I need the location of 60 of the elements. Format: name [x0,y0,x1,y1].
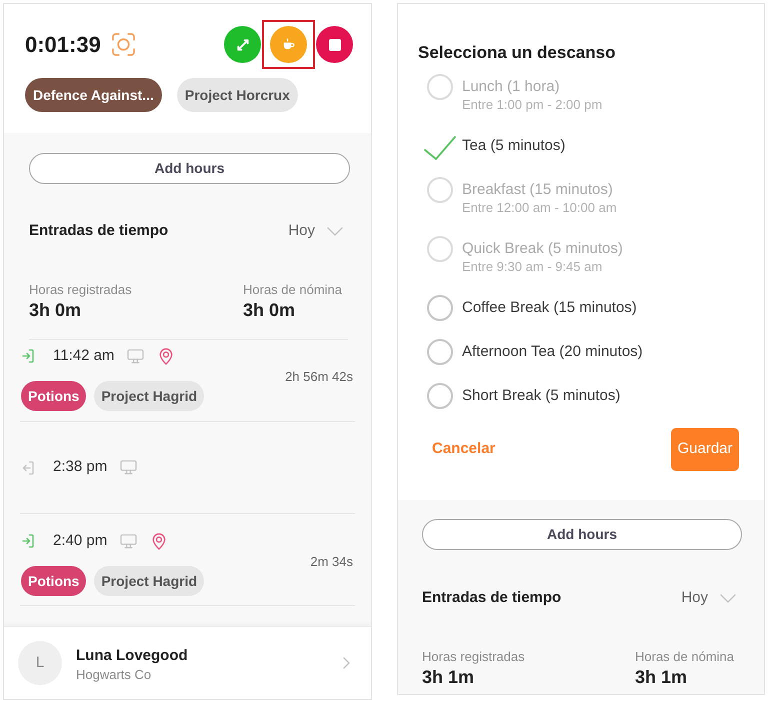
company-name: Hogwarts Co [76,666,152,684]
avatar: L [18,641,62,685]
option-label[interactable]: Tea (5 minutos) [462,136,566,156]
chevron-down-icon [327,226,343,236]
location-pin-icon[interactable] [152,532,166,550]
monitor-icon [120,460,138,475]
add-hours-button[interactable]: Add hours [422,519,742,550]
monitor-icon [127,348,144,364]
stat-value: 3h 1m [635,666,688,689]
entry-time: 2:38 pm [53,457,108,478]
cup-icon [282,38,295,51]
option-time-window: Entre 1:00 pm - 2:00 pm [462,97,602,112]
stat-value: 3h 0m [243,299,296,322]
checkmark-icon[interactable] [424,136,456,160]
stat-label: Horas de nómina [243,282,342,298]
add-hours-button[interactable]: Add hours [29,153,350,184]
option-label[interactable]: Short Break (5 minutos) [462,386,620,406]
chevron-right-icon [343,657,350,669]
stat-label: Horas de nómina [635,649,734,665]
tag[interactable]: Project Horcrux [176,78,298,112]
entry-duration: 2m 34s [310,553,353,572]
entry-time: 2:40 pm [53,530,108,551]
radio-button[interactable] [427,339,453,365]
sign-out-icon [22,460,34,474]
stat-label: Horas registradas [29,282,132,298]
option-time-window: Entre 9:30 am - 9:45 am [462,259,623,274]
chevron-down-icon [720,594,736,602]
tag[interactable]: Project Hagrid [94,566,204,596]
stop-button[interactable] [316,26,353,63]
sign-in-icon [22,349,34,363]
stop-icon [328,38,340,50]
period-dropdown[interactable]: Hoy [288,220,343,242]
radio-button[interactable] [427,383,453,409]
sign-in-icon [22,534,34,548]
entry-duration: 2h 56m 42s [285,368,353,386]
section-title: Entradas de tiempo [422,588,562,608]
tag[interactable]: Defence Against... [25,78,162,112]
user-footer[interactable]: L Luna Lovegood Hogwarts Co [4,626,371,699]
tag[interactable]: Potions [21,381,86,411]
radio-button[interactable] [427,295,453,321]
switch-button[interactable] [224,26,261,63]
entry-time: 11:42 am [53,346,114,366]
tag[interactable]: Potions [21,566,86,596]
timer-display: 0:01:39 [25,32,101,58]
break-button[interactable] [270,26,307,63]
user-name: Luna Lovegood [76,646,188,666]
focus-icon[interactable] [112,33,135,56]
option-time-window: Entre 12:00 am - 10:00 am [462,200,617,215]
period-dropdown[interactable]: Hoy [681,586,736,610]
location-pin-icon[interactable] [159,348,174,364]
stat-value: 3h 1m [422,666,474,689]
diagonal-arrows-icon [236,38,248,50]
option-label[interactable]: Afternoon Tea (20 minutos) [462,342,643,362]
stat-value: 3h 0m [29,299,82,322]
stat-label: Horas registradas [422,649,525,665]
option-label[interactable]: Coffee Break (15 minutos) [462,298,637,318]
section-title: Entradas de tiempo [29,220,168,241]
monitor-icon [120,534,138,548]
tag[interactable]: Project Hagrid [94,381,204,411]
dialog-title: Selecciona un descanso [418,42,616,64]
